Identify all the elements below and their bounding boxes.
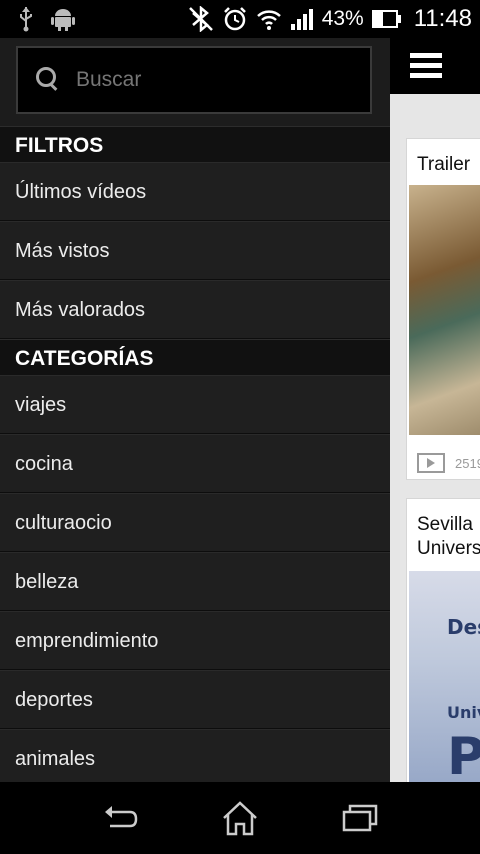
filter-item-mas-vistos[interactable]: Más vistos	[0, 221, 390, 280]
video-thumbnail[interactable]: Des Univ P	[409, 571, 480, 782]
video-card-title: Sevilla Univers	[417, 514, 480, 559]
battery-percent: 43%	[321, 7, 364, 30]
status-bar: 43% 11:48	[0, 0, 480, 38]
clock: 11:48	[413, 5, 472, 32]
thumbnail-text: Des	[447, 615, 480, 639]
drawer-list: FILTROS Últimos vídeos Más vistos Más va…	[0, 126, 390, 782]
recent-apps-icon	[342, 804, 378, 832]
search-icon	[36, 67, 62, 93]
thumbnail-text: P	[447, 727, 480, 782]
category-item-viajes[interactable]: viajes	[0, 375, 390, 434]
video-card-title: Trailer	[417, 154, 471, 175]
usb-icon	[20, 7, 32, 32]
category-item-belleza[interactable]: belleza	[0, 552, 390, 611]
search-box[interactable]	[16, 46, 372, 114]
section-header-filtros: FILTROS	[0, 126, 390, 162]
wifi-icon	[256, 10, 281, 30]
navigation-drawer: FILTROS Últimos vídeos Más vistos Más va…	[0, 38, 390, 782]
video-card[interactable]: Sevilla Univers Des Univ P	[406, 498, 480, 782]
video-meta: 2519	[417, 453, 480, 473]
signal-icon	[290, 9, 313, 30]
video-card[interactable]: Trailer 2519	[406, 138, 480, 480]
action-bar	[390, 38, 480, 94]
video-views: 2519	[455, 455, 480, 471]
bluetooth-icon	[188, 6, 213, 32]
back-button[interactable]	[96, 798, 144, 838]
back-icon	[105, 806, 138, 828]
filter-item-ultimos-videos[interactable]: Últimos vídeos	[0, 162, 390, 221]
battery-charging-icon	[371, 10, 401, 28]
recent-apps-button[interactable]	[336, 798, 384, 838]
section-header-categorias: CATEGORÍAS	[0, 339, 390, 375]
filter-item-mas-valorados[interactable]: Más valorados	[0, 280, 390, 339]
search-bar	[0, 38, 390, 126]
home-button[interactable]	[216, 798, 264, 838]
play-icon	[417, 453, 445, 473]
category-item-animales[interactable]: animales	[0, 729, 390, 782]
system-nav-bar	[0, 782, 480, 854]
alarm-icon	[223, 7, 246, 31]
thumbnail-text: Univ	[447, 703, 480, 722]
category-item-cocina[interactable]: cocina	[0, 434, 390, 493]
main-content: Trailer 2519 Sevilla Univers Des Univ P	[390, 38, 480, 782]
menu-icon[interactable]	[410, 53, 442, 79]
category-item-culturaocio[interactable]: culturaocio	[0, 493, 390, 552]
category-item-emprendimiento[interactable]: emprendimiento	[0, 611, 390, 670]
search-input[interactable]	[74, 67, 370, 93]
home-icon	[223, 801, 257, 836]
category-item-deportes[interactable]: deportes	[0, 670, 390, 729]
video-thumbnail[interactable]	[409, 185, 480, 435]
android-debug-icon	[51, 9, 75, 31]
